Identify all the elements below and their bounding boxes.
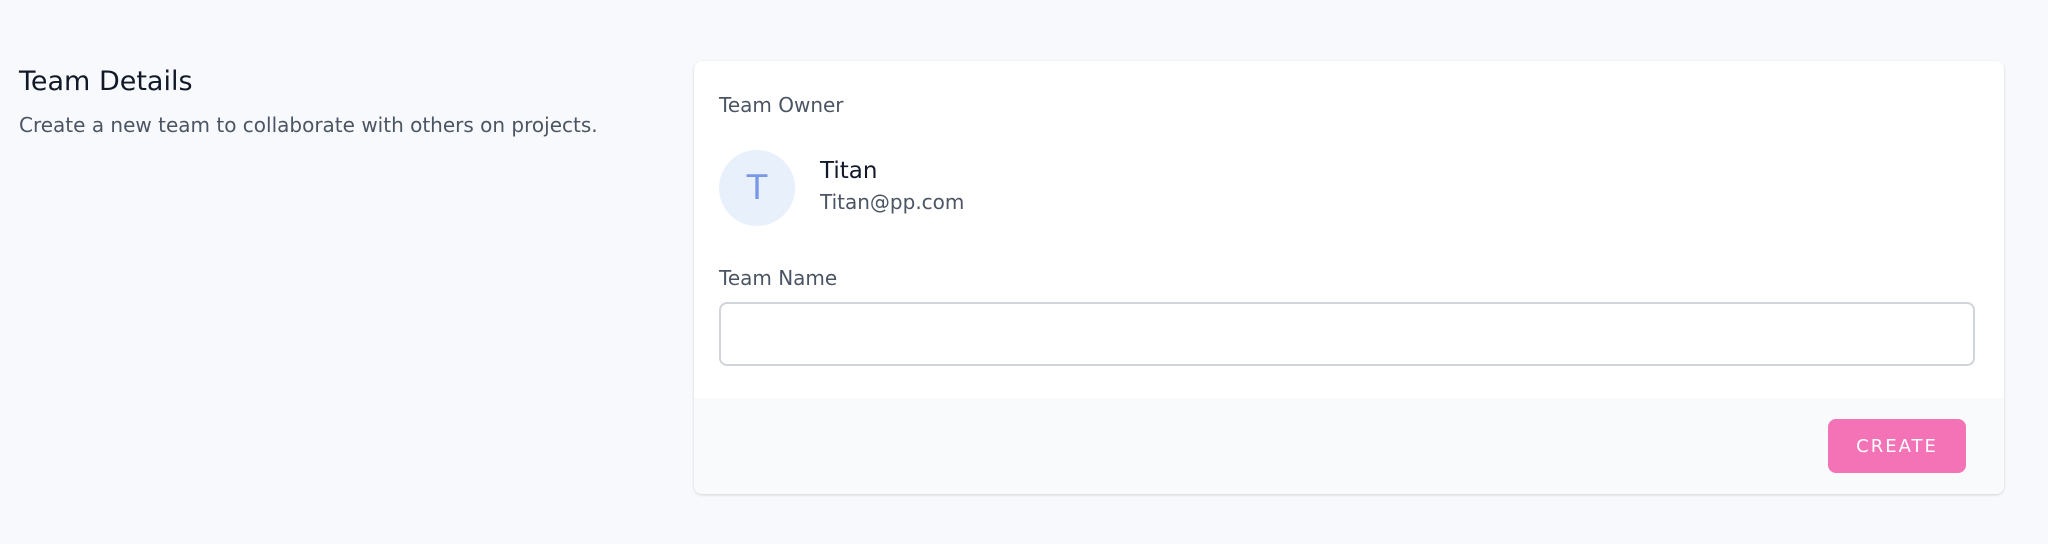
team-name-label: Team Name — [719, 266, 838, 290]
avatar-initial: T — [746, 168, 768, 208]
team-form-card: Team Owner T Titan Titan@pp.com Team Nam… — [694, 61, 2004, 494]
section-description: Create a new team to collaborate with ot… — [19, 113, 598, 137]
create-button[interactable]: CREATE — [1828, 419, 1966, 473]
section-info: Team Details Create a new team to collab… — [19, 62, 659, 140]
card-footer: CREATE — [694, 398, 2004, 494]
team-owner-label: Team Owner — [719, 93, 844, 117]
team-name-input[interactable] — [719, 302, 1975, 366]
card-body: Team Owner T Titan Titan@pp.com Team Nam… — [694, 61, 2004, 398]
section-title: Team Details — [19, 66, 193, 97]
avatar: T — [719, 150, 795, 226]
owner-name: Titan — [820, 158, 878, 184]
owner-email: Titan@pp.com — [820, 190, 965, 214]
